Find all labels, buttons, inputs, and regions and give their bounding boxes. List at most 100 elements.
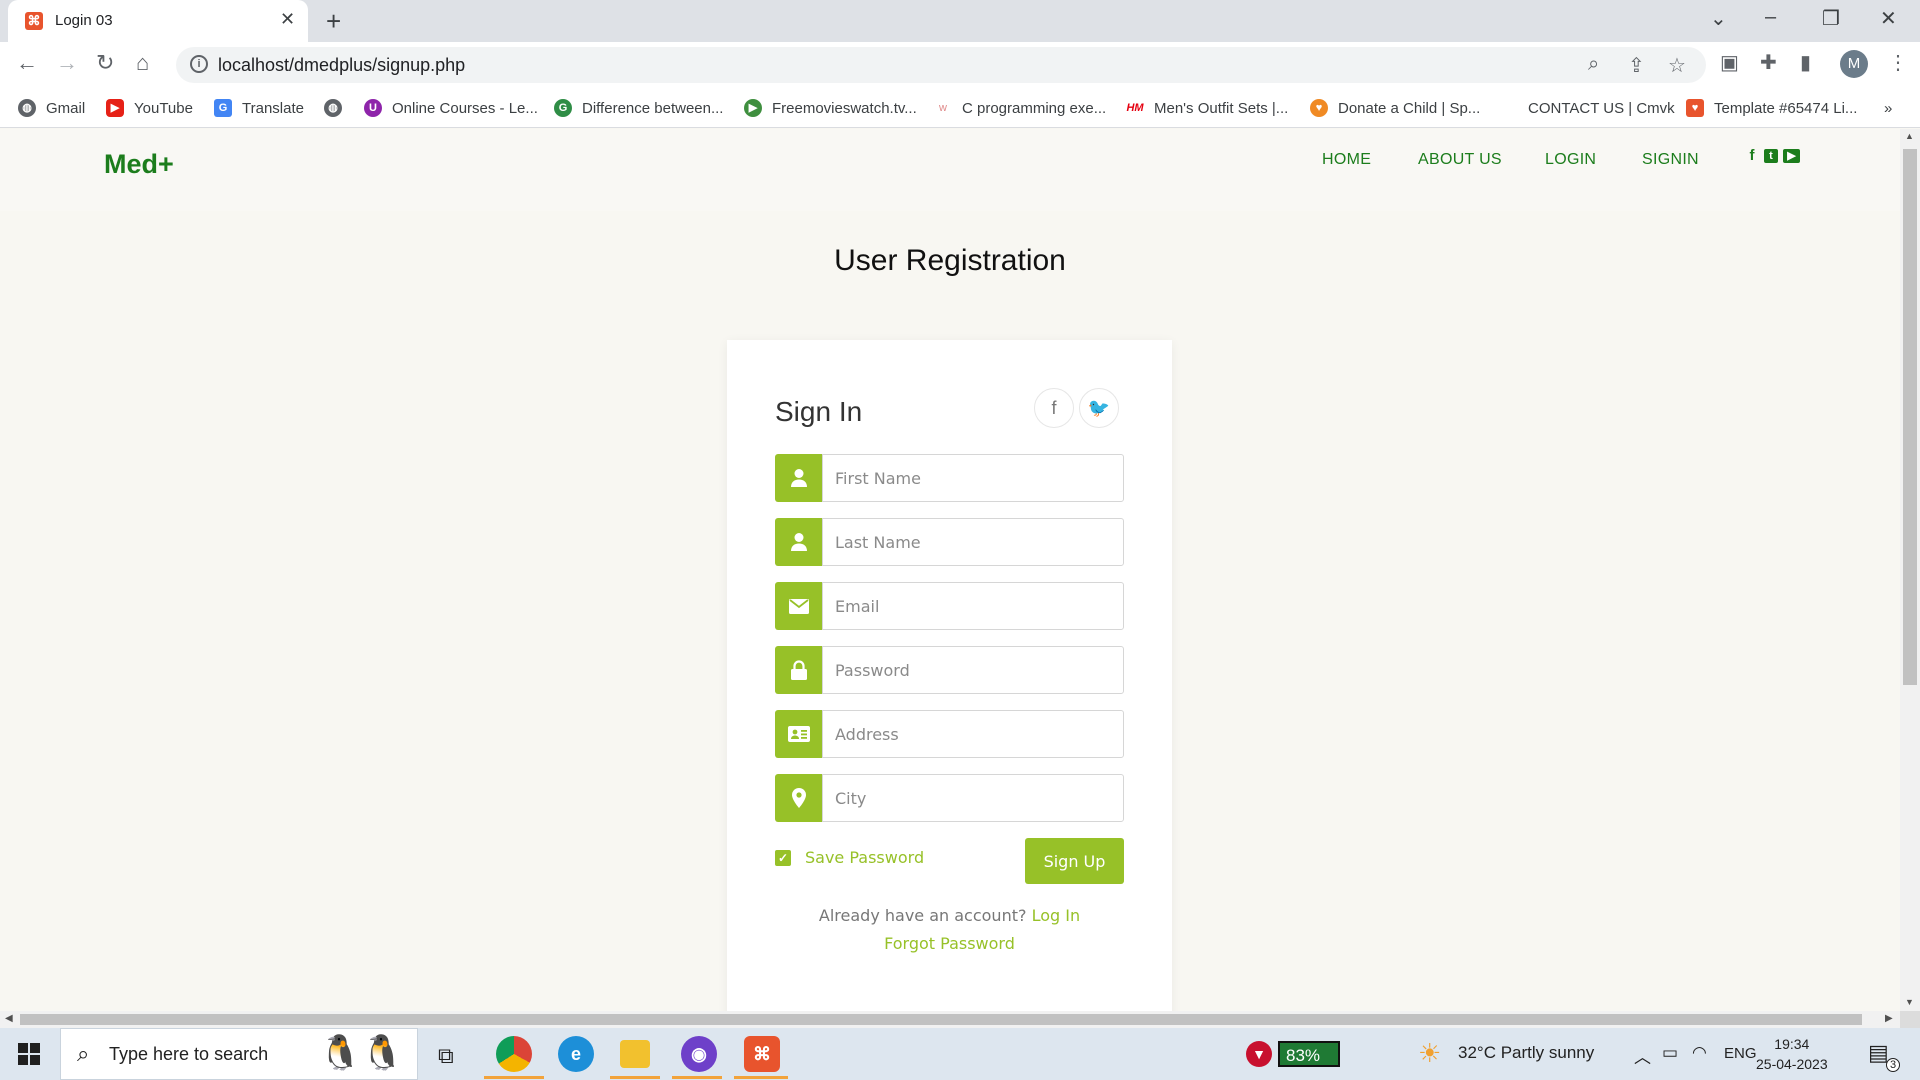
- gfg-icon: G: [554, 99, 572, 117]
- template-icon: ♥: [1686, 99, 1704, 117]
- bookmark-label: Freemovieswatch.tv...: [772, 99, 917, 117]
- scroll-down-icon[interactable]: ▼: [1905, 997, 1914, 1007]
- weather-text[interactable]: 32°C Partly sunny: [1458, 1043, 1594, 1063]
- last-name-input[interactable]: [822, 518, 1124, 566]
- vertical-scroll-thumb[interactable]: [1903, 149, 1917, 685]
- registration-card: Sign In f 🐦 First Name Last Name Email P…: [727, 340, 1172, 1011]
- taskbar-search-placeholder[interactable]: Type here to search: [109, 1044, 268, 1065]
- browser-tab[interactable]: ⌘ Login 03 ✕: [8, 0, 308, 42]
- url-text[interactable]: localhost/dmedplus/signup.php: [218, 55, 465, 76]
- nav-about-us[interactable]: ABOUT US: [1418, 151, 1502, 169]
- browser-toolbar: ← → ↻ ⌂ i localhost/dmedplus/signup.php …: [0, 42, 1920, 88]
- home-icon[interactable]: ⌂: [136, 50, 149, 76]
- translate-icon: G: [214, 99, 232, 117]
- zoom-icon[interactable]: ⌕: [1588, 53, 1599, 76]
- camera-icon[interactable]: ▣: [1720, 50, 1739, 75]
- password-input[interactable]: [822, 646, 1124, 694]
- antivirus-tray-icon[interactable]: ▼: [1246, 1041, 1272, 1067]
- bookmark-youtube[interactable]: ▶ YouTube: [106, 96, 193, 120]
- first-name-input[interactable]: [822, 454, 1124, 502]
- address-bar[interactable]: i localhost/dmedplus/signup.php ⌕ ⇪ ☆: [176, 47, 1706, 83]
- bookmark-c-programming[interactable]: w C programming exe...: [934, 96, 1106, 120]
- chrome-app-icon[interactable]: [496, 1036, 532, 1072]
- share-icon[interactable]: ⇪: [1628, 53, 1645, 78]
- bookmark-template[interactable]: ♥ Template #65474 Li...: [1686, 96, 1857, 120]
- facebook-icon[interactable]: f: [1034, 388, 1074, 428]
- youtube-icon: ▶: [106, 99, 124, 117]
- battery-meter-widget[interactable]: 83%: [1278, 1041, 1340, 1067]
- github-desktop-icon[interactable]: ◉: [681, 1036, 717, 1072]
- tab-search-chevron-icon[interactable]: ⌄: [1710, 6, 1727, 31]
- reload-icon[interactable]: ↻: [96, 50, 114, 76]
- horizontal-scrollbar[interactable]: ◀ ▶: [0, 1011, 1900, 1028]
- login-link[interactable]: Log In: [1032, 906, 1081, 925]
- twitter-icon[interactable]: t: [1764, 149, 1778, 163]
- horizontal-scroll-thumb[interactable]: [20, 1014, 1862, 1025]
- new-tab-icon[interactable]: +: [326, 6, 341, 37]
- back-icon[interactable]: ←: [16, 50, 38, 76]
- form-heading: Sign In: [775, 396, 863, 427]
- language-indicator[interactable]: ENG: [1724, 1045, 1757, 1062]
- globe-icon: ◍: [324, 99, 342, 117]
- site-logo[interactable]: Med+: [104, 149, 174, 180]
- play-icon: ▶: [744, 99, 762, 117]
- weather-sun-icon[interactable]: ☀: [1418, 1038, 1441, 1069]
- bookmark-freemovies[interactable]: ▶ Freemovieswatch.tv...: [744, 96, 917, 120]
- tab-close-icon[interactable]: ✕: [280, 9, 295, 30]
- browser-tab-strip: ⌘ Login 03 ✕ + ⌄ – ❐ ✕: [0, 0, 1920, 42]
- save-password-option[interactable]: ✓ Save Password: [775, 848, 924, 867]
- bookmark-globe[interactable]: ◍: [324, 96, 352, 120]
- scroll-up-icon[interactable]: ▲: [1905, 131, 1914, 141]
- user-icon: [775, 518, 823, 566]
- nav-login[interactable]: LOGIN: [1545, 151, 1596, 169]
- bookmark-translate[interactable]: G Translate: [214, 96, 304, 120]
- facebook-icon[interactable]: f: [1745, 148, 1759, 163]
- bookmark-donate[interactable]: ♥ Donate a Child | Sp...: [1310, 96, 1480, 120]
- forgot-password-link[interactable]: Forgot Password: [727, 934, 1172, 953]
- youtube-icon[interactable]: ▶: [1783, 149, 1800, 163]
- xampp-app-icon[interactable]: ⌘: [744, 1036, 780, 1072]
- bookmark-contact-us[interactable]: CONTACT US | Cmvk: [1528, 96, 1675, 120]
- nav-home[interactable]: HOME: [1322, 151, 1371, 169]
- taskbar-clock[interactable]: 19:34 25-04-2023: [1756, 1034, 1828, 1074]
- bookmark-hm[interactable]: HM Men's Outfit Sets |...: [1126, 96, 1288, 120]
- forward-icon[interactable]: →: [56, 50, 78, 76]
- nav-signin[interactable]: SIGNIN: [1642, 151, 1699, 169]
- taskbar-search[interactable]: ⌕ Type here to search 🐧🐧: [60, 1028, 418, 1080]
- sign-up-button[interactable]: Sign Up: [1025, 838, 1124, 884]
- city-input[interactable]: [822, 774, 1124, 822]
- side-panel-icon[interactable]: ▮: [1800, 50, 1811, 75]
- email-input[interactable]: [822, 582, 1124, 630]
- bookmark-label: C programming exe...: [962, 99, 1107, 117]
- scroll-left-icon[interactable]: ◀: [5, 1013, 13, 1024]
- window-close-icon[interactable]: ✕: [1880, 6, 1897, 31]
- bookmark-label: Donate a Child | Sp...: [1338, 99, 1481, 117]
- task-view-icon[interactable]: ⧉: [438, 1043, 454, 1069]
- address-input[interactable]: [822, 710, 1124, 758]
- edge-app-icon[interactable]: e: [558, 1036, 594, 1072]
- wifi-icon[interactable]: ◠: [1692, 1043, 1707, 1063]
- twitter-icon[interactable]: 🐦: [1079, 388, 1119, 428]
- restore-icon[interactable]: ❐: [1822, 6, 1840, 31]
- scroll-right-icon[interactable]: ▶: [1885, 1013, 1893, 1024]
- courses-icon: U: [364, 99, 382, 117]
- extensions-icon[interactable]: ✚: [1760, 50, 1777, 75]
- bookmark-online-courses[interactable]: U Online Courses - Le...: [364, 96, 538, 120]
- minimize-icon[interactable]: –: [1765, 6, 1776, 29]
- save-password-checkbox[interactable]: ✓: [775, 849, 791, 866]
- menu-kebab-icon[interactable]: ⋮: [1888, 50, 1908, 75]
- vertical-scrollbar[interactable]: ▲ ▼: [1900, 129, 1920, 1011]
- bookmark-gmail[interactable]: ◍ Gmail: [18, 96, 85, 120]
- login-prompt: Already have an account? Log In: [727, 906, 1172, 925]
- site-info-icon[interactable]: i: [190, 55, 208, 73]
- windows-start-icon[interactable]: [18, 1043, 40, 1065]
- address-card-icon: [775, 710, 823, 758]
- file-explorer-icon[interactable]: [620, 1040, 650, 1068]
- bookmark-difference[interactable]: G Difference between...: [554, 96, 723, 120]
- bookmark-star-icon[interactable]: ☆: [1668, 53, 1686, 78]
- battery-icon[interactable]: ▭: [1662, 1043, 1678, 1063]
- more-bookmarks-icon[interactable]: »: [1884, 96, 1892, 120]
- profile-avatar[interactable]: M: [1840, 50, 1868, 78]
- save-password-label[interactable]: Save Password: [805, 848, 924, 867]
- tray-overflow-chevron-icon[interactable]: ︿: [1634, 1043, 1651, 1068]
